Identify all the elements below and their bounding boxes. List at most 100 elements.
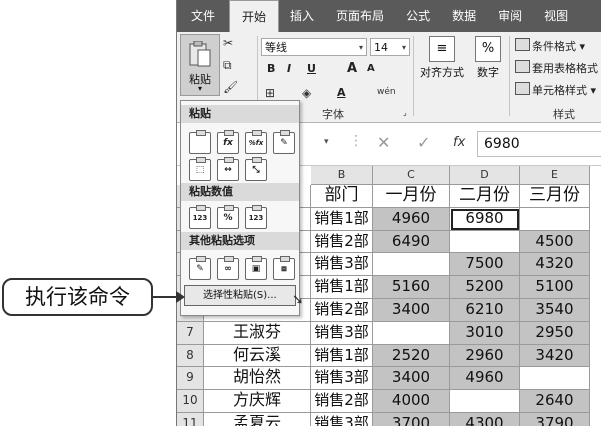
- cell-b[interactable]: 销售3部: [311, 367, 373, 391]
- cell-b[interactable]: 销售2部: [311, 390, 373, 413]
- cell-b[interactable]: 销售1部: [311, 276, 373, 299]
- column-header-e[interactable]: E: [520, 166, 590, 185]
- cell-d[interactable]: 2960: [450, 344, 520, 368]
- shrink-font-button[interactable]: A: [367, 63, 375, 74]
- row-header[interactable]: 11: [177, 413, 204, 426]
- cell-b[interactable]: 销售3部: [311, 413, 373, 426]
- cell-e[interactable]: [520, 207, 590, 231]
- row-header[interactable]: 10: [177, 390, 204, 413]
- cell-b[interactable]: 销售1部: [311, 207, 373, 231]
- tab-file[interactable]: 文件: [177, 0, 229, 32]
- cell-name[interactable]: 孟夏云: [204, 413, 311, 426]
- paste-icon[interactable]: [189, 130, 211, 154]
- grow-font-button[interactable]: A: [347, 61, 357, 76]
- cell-b[interactable]: 销售3部: [311, 253, 373, 277]
- cancel-icon[interactable]: ✕: [377, 133, 390, 152]
- cut-icon[interactable]: ✂: [223, 36, 233, 50]
- cell-name[interactable]: 胡怡然: [204, 367, 311, 391]
- tab-page-layout[interactable]: 页面布局: [325, 0, 395, 32]
- cell-e[interactable]: 4500: [520, 230, 590, 254]
- paste-picture-icon[interactable]: ▣: [245, 256, 267, 280]
- cell-c[interactable]: 2520: [373, 344, 450, 368]
- format-painter-icon[interactable]: 🖌: [223, 80, 238, 94]
- paste-button[interactable]: 粘贴 ▾: [180, 34, 220, 96]
- alignment-button[interactable]: ≡ 对齐方式: [417, 36, 467, 80]
- underline-button[interactable]: U: [307, 62, 316, 75]
- column-header-c[interactable]: C: [373, 166, 450, 185]
- cell-b[interactable]: 销售3部: [311, 321, 373, 345]
- cell-e[interactable]: 2950: [520, 321, 590, 345]
- font-color-icon[interactable]: A: [337, 86, 346, 99]
- cell-name[interactable]: 方庆辉: [204, 390, 311, 413]
- cell-c[interactable]: [373, 253, 450, 277]
- copy-icon[interactable]: ⧉: [223, 58, 232, 73]
- cell-styles-button[interactable]: 单元格样式 ▾: [515, 82, 596, 98]
- cell-d[interactable]: 6210: [450, 299, 520, 322]
- paste-special-menu-item[interactable]: 选择性粘贴(S)...: [184, 285, 296, 306]
- dialog-launcher-icon[interactable]: ⌟: [403, 108, 407, 117]
- cell-c[interactable]: 4960: [373, 207, 450, 231]
- cell-name[interactable]: 王淑芬: [204, 321, 311, 345]
- cell-e[interactable]: 3790: [520, 413, 590, 426]
- cell-d[interactable]: 7500: [450, 253, 520, 277]
- cell-b[interactable]: 销售2部: [311, 230, 373, 254]
- phonetic-button[interactable]: wén: [377, 87, 396, 97]
- bold-button[interactable]: B: [267, 62, 275, 75]
- tab-formulas[interactable]: 公式: [395, 0, 441, 32]
- cell-b[interactable]: 销售2部: [311, 299, 373, 322]
- paste-formulas-icon[interactable]: fx: [217, 130, 239, 154]
- insert-function-icon[interactable]: fx: [453, 135, 465, 150]
- cell-c[interactable]: 4000: [373, 390, 450, 413]
- cell-name[interactable]: 何云溪: [204, 344, 311, 368]
- fill-color-icon[interactable]: ◈: [302, 86, 311, 100]
- cell-c[interactable]: 3400: [373, 299, 450, 322]
- cell-d[interactable]: 二月份: [450, 185, 520, 208]
- cell-c[interactable]: 3400: [373, 367, 450, 391]
- column-header-d[interactable]: D: [450, 166, 520, 185]
- paste-keep-source-format-icon[interactable]: ✎: [273, 130, 295, 154]
- cell-e[interactable]: 3420: [520, 344, 590, 368]
- row-header[interactable]: 8: [177, 344, 204, 368]
- cell-d[interactable]: 4300: [450, 413, 520, 426]
- cell-d[interactable]: 3010: [450, 321, 520, 345]
- conditional-format-button[interactable]: 条件格式 ▾: [515, 38, 585, 54]
- number-format-button[interactable]: % 数字: [471, 36, 505, 80]
- cell-d[interactable]: 4960: [450, 367, 520, 391]
- cell-e[interactable]: 3540: [520, 299, 590, 322]
- tab-review[interactable]: 审阅: [487, 0, 533, 32]
- cell-c[interactable]: 一月份: [373, 185, 450, 208]
- cell-d[interactable]: 5200: [450, 276, 520, 299]
- paste-transpose-icon[interactable]: ⤡: [245, 157, 267, 181]
- paste-values-icon[interactable]: 123: [189, 205, 211, 229]
- cell-e[interactable]: 三月份: [520, 185, 590, 208]
- paste-linked-picture-icon[interactable]: ⧈: [273, 256, 295, 280]
- cell-c[interactable]: 3700: [373, 413, 450, 426]
- paste-values-source-format-icon[interactable]: 123: [245, 205, 267, 229]
- cell-c[interactable]: 5160: [373, 276, 450, 299]
- cell-b[interactable]: 部门: [311, 185, 373, 208]
- cell-e[interactable]: 4320: [520, 253, 590, 277]
- paste-keep-column-width-icon[interactable]: ↔: [217, 157, 239, 181]
- font-size-select[interactable]: 14 ▾: [370, 38, 410, 56]
- cell-e[interactable]: [520, 367, 590, 391]
- tab-insert[interactable]: 插入: [279, 0, 325, 32]
- paste-formulas-number-format-icon[interactable]: %fx: [245, 130, 267, 154]
- cell-d[interactable]: [450, 390, 520, 413]
- formula-input[interactable]: 6980: [477, 131, 601, 157]
- cell-e[interactable]: 5100: [520, 276, 590, 299]
- cell-c[interactable]: 6490: [373, 230, 450, 254]
- cell-e[interactable]: 2640: [520, 390, 590, 413]
- font-name-select[interactable]: 等线 ▾: [261, 38, 367, 56]
- column-header-b[interactable]: B: [311, 166, 373, 185]
- cell-b[interactable]: 销售1部: [311, 344, 373, 368]
- paste-formatting-icon[interactable]: ✎: [189, 256, 211, 280]
- paste-values-number-format-icon[interactable]: %: [217, 205, 239, 229]
- row-header[interactable]: 7: [177, 321, 204, 345]
- row-header[interactable]: 9: [177, 367, 204, 391]
- tab-view[interactable]: 视图: [533, 0, 579, 32]
- italic-button[interactable]: I: [287, 62, 291, 75]
- chevron-down-icon[interactable]: ▾: [324, 137, 329, 147]
- format-as-table-button[interactable]: 套用表格格式: [515, 60, 598, 76]
- cell-d[interactable]: 6980: [450, 207, 520, 231]
- paste-no-borders-icon[interactable]: ⬚: [189, 157, 211, 181]
